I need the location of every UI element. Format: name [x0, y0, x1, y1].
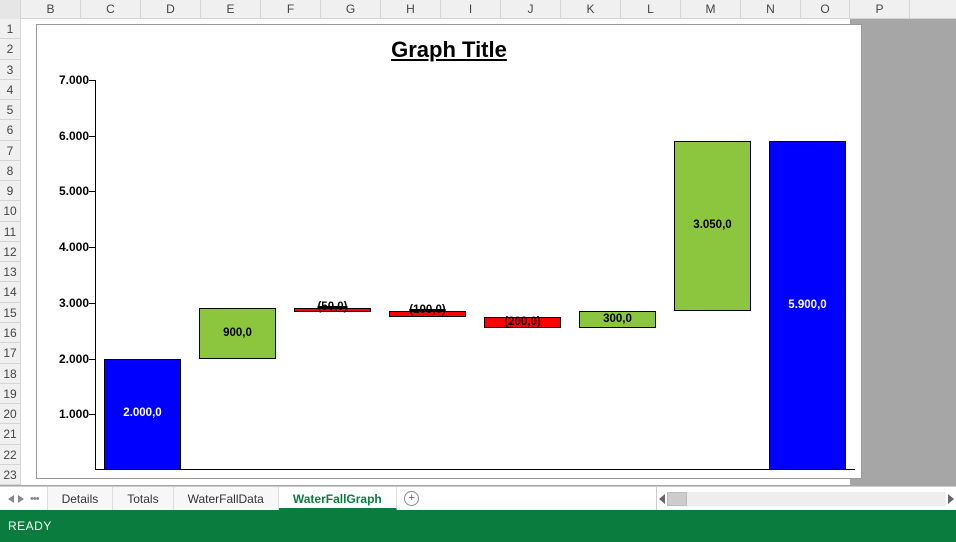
row-header-15[interactable]: 15	[0, 303, 20, 323]
column-header-P[interactable]: P	[850, 0, 910, 19]
y-tick-label: 7.000	[43, 73, 89, 87]
row-header-6[interactable]: 6	[0, 120, 20, 140]
column-header-F[interactable]: F	[261, 0, 321, 19]
tab-prev-icon[interactable]	[8, 495, 14, 503]
scroll-right-icon[interactable]	[948, 494, 954, 504]
column-header-K[interactable]: K	[561, 0, 621, 19]
y-tick-label: 3.000	[43, 296, 89, 310]
y-tick-label: 1.000	[43, 407, 89, 421]
x-axis	[95, 469, 855, 470]
scroll-thumb[interactable]	[667, 492, 687, 506]
y-tick-label: 5.000	[43, 184, 89, 198]
column-header-N[interactable]: N	[741, 0, 801, 19]
bar-label-5: 300,0	[579, 313, 657, 325]
y-tick-label: 4.000	[43, 240, 89, 254]
column-header-B[interactable]: B	[21, 0, 81, 19]
bar-label-6: 3.050,0	[674, 219, 752, 231]
new-sheet-button[interactable]: +	[397, 487, 427, 510]
y-tick-label: 6.000	[43, 129, 89, 143]
sheet-tabs: DetailsTotalsWaterFallDataWaterFallGraph	[48, 487, 397, 510]
tab-more-icon: •••	[30, 493, 39, 505]
bar-label-3: (100,0)	[389, 304, 467, 316]
row-header-9[interactable]: 9	[0, 181, 20, 201]
row-header-5[interactable]: 5	[0, 100, 20, 120]
plus-icon: +	[404, 491, 419, 506]
row-header-10[interactable]: 10	[0, 201, 20, 221]
scroll-left-icon[interactable]	[659, 494, 665, 504]
row-header-17[interactable]: 17	[0, 343, 20, 363]
row-header-20[interactable]: 20	[0, 404, 20, 424]
row-headers: 1234567891011121314151617181920212223	[0, 19, 21, 485]
column-header-D[interactable]: D	[141, 0, 201, 19]
horizontal-scrollbar[interactable]	[656, 487, 956, 510]
row-header-3[interactable]: 3	[0, 60, 20, 80]
used-range: Graph Title 1.0002.0003.0004.0005.0006.0…	[21, 19, 850, 485]
row-header-22[interactable]: 22	[0, 445, 20, 465]
row-header-2[interactable]: 2	[0, 39, 20, 59]
column-header-M[interactable]: M	[681, 0, 741, 19]
column-header-C[interactable]: C	[81, 0, 141, 19]
row-header-16[interactable]: 16	[0, 323, 20, 343]
column-header-O[interactable]: O	[801, 0, 850, 19]
scroll-track[interactable]	[667, 492, 946, 506]
excel-window: BCDEFGHIJKLMNOP 123456789101112131415161…	[0, 0, 956, 542]
sheet-tab-waterfalldata[interactable]: WaterFallData	[174, 487, 279, 510]
row-header-21[interactable]: 21	[0, 424, 20, 444]
row-header-12[interactable]: 12	[0, 242, 20, 262]
column-header-I[interactable]: I	[441, 0, 501, 19]
sheet-tab-totals[interactable]: Totals	[113, 487, 173, 510]
tab-nav-buttons[interactable]: •••	[0, 487, 48, 510]
sheet-tab-details[interactable]: Details	[48, 487, 114, 510]
sheet-tab-waterfallgraph[interactable]: WaterFallGraph	[279, 487, 397, 510]
bar-label-0: 2.000,0	[104, 407, 182, 419]
y-tick-label: 2.000	[43, 352, 89, 366]
embedded-chart[interactable]: Graph Title 1.0002.0003.0004.0005.0006.0…	[36, 24, 862, 479]
row-header-8[interactable]: 8	[0, 161, 20, 181]
row-header-11[interactable]: 11	[0, 222, 20, 242]
column-header-L[interactable]: L	[621, 0, 681, 19]
bar-label-2: (50,0)	[294, 301, 372, 313]
column-header-J[interactable]: J	[501, 0, 561, 19]
row-header-4[interactable]: 4	[0, 80, 20, 100]
row-header-7[interactable]: 7	[0, 141, 20, 161]
chart-title[interactable]: Graph Title	[37, 37, 861, 63]
plot-area[interactable]: 1.0002.0003.0004.0005.0006.0007.0002.000…	[95, 80, 855, 470]
row-header-18[interactable]: 18	[0, 364, 20, 384]
status-ready: READY	[8, 519, 52, 533]
tab-next-icon[interactable]	[18, 495, 24, 503]
row-header-1[interactable]: 1	[0, 19, 20, 39]
column-header-E[interactable]: E	[201, 0, 261, 19]
status-bar: READY	[0, 510, 956, 542]
row-header-13[interactable]: 13	[0, 262, 20, 282]
grid-area[interactable]: Graph Title 1.0002.0003.0004.0005.0006.0…	[21, 19, 956, 486]
column-header-H[interactable]: H	[381, 0, 441, 19]
select-all-box[interactable]	[0, 0, 21, 19]
row-header-19[interactable]: 19	[0, 384, 20, 404]
sheet-tab-bar: ••• DetailsTotalsWaterFallDataWaterFallG…	[0, 486, 956, 510]
column-headers: BCDEFGHIJKLMNOP	[0, 0, 956, 19]
bar-label-7: 5.900,0	[769, 299, 847, 311]
bar-label-4: (200,0)	[484, 316, 562, 328]
row-header-23[interactable]: 23	[0, 465, 20, 485]
bar-label-1: 900,0	[199, 327, 277, 339]
row-header-14[interactable]: 14	[0, 282, 20, 302]
column-header-G[interactable]: G	[321, 0, 381, 19]
y-axis	[95, 80, 96, 470]
